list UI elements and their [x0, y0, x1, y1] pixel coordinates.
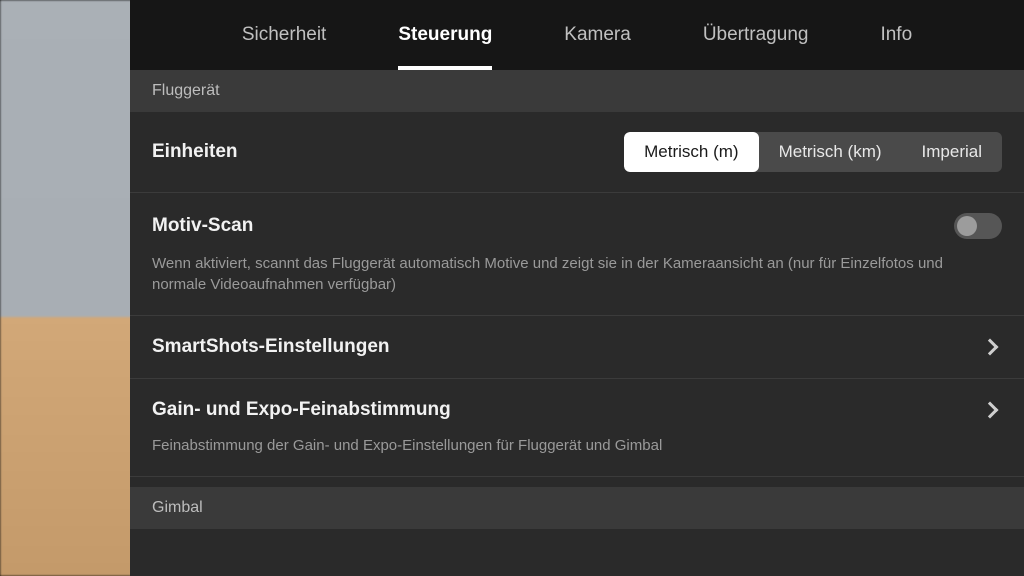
row-gain-expo[interactable]: Gain- und Expo-Feinabstimmung Feinabstim… — [130, 379, 1024, 477]
units-title: Einheiten — [152, 141, 238, 163]
tab-steuerung[interactable]: Steuerung — [398, 0, 492, 70]
units-option-metric-m[interactable]: Metrisch (m) — [624, 132, 758, 172]
units-segmented: Metrisch (m) Metrisch (km) Imperial — [624, 132, 1002, 172]
row-smartshots[interactable]: SmartShots-Einstellungen — [130, 316, 1024, 379]
section-header-aircraft: Fluggerät — [130, 70, 1024, 112]
section-header-gimbal: Gimbal — [130, 487, 1024, 529]
gain-expo-title: Gain- und Expo-Feinabstimmung — [152, 399, 451, 421]
tab-sicherheit[interactable]: Sicherheit — [242, 0, 327, 70]
gain-expo-description: Feinabstimmung der Gain- und Expo-Einste… — [152, 435, 972, 456]
settings-list: Einheiten Metrisch (m) Metrisch (km) Imp… — [130, 112, 1024, 576]
tab-bar: Sicherheit Steuerung Kamera Übertragung … — [130, 0, 1024, 70]
chevron-right-icon — [982, 339, 999, 356]
tab-info[interactable]: Info — [880, 0, 912, 70]
motiv-scan-toggle[interactable] — [954, 213, 1002, 239]
row-motiv-scan: Motiv-Scan Wenn aktiviert, scannt das Fl… — [130, 193, 1024, 316]
units-option-metric-km[interactable]: Metrisch (km) — [759, 132, 902, 172]
settings-panel: Sicherheit Steuerung Kamera Übertragung … — [130, 0, 1024, 576]
units-option-imperial[interactable]: Imperial — [902, 132, 1002, 172]
row-units: Einheiten Metrisch (m) Metrisch (km) Imp… — [130, 112, 1024, 193]
smartshots-title: SmartShots-Einstellungen — [152, 336, 390, 358]
tab-uebertragung[interactable]: Übertragung — [703, 0, 809, 70]
toggle-knob — [957, 216, 977, 236]
tab-kamera[interactable]: Kamera — [564, 0, 631, 70]
motiv-scan-title: Motiv-Scan — [152, 215, 253, 237]
chevron-right-icon — [982, 402, 999, 419]
motiv-scan-description: Wenn aktiviert, scannt das Fluggerät aut… — [152, 253, 972, 295]
